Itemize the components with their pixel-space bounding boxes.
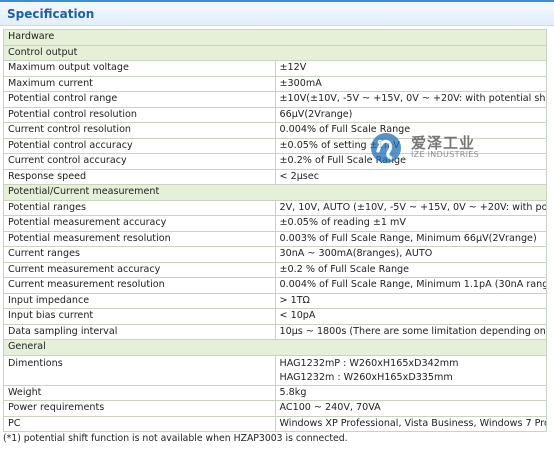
- spec-row: Power requirements AC100 ~ 240V, 70VA: [3, 400, 547, 417]
- section-header-row: Control output: [3, 44, 547, 61]
- spec-row: Input bias current < 10pA: [3, 308, 547, 325]
- spec-row: Current measurement resolution 0.004% of …: [3, 277, 547, 294]
- section-header-row: Potential/Current measurement: [3, 184, 547, 201]
- spec-label: Potential measurement resolution: [3, 230, 276, 247]
- spec-label: Current measurement accuracy: [3, 261, 276, 278]
- spec-label: Input bias current: [3, 308, 276, 325]
- section-title: General: [3, 339, 547, 356]
- spec-value: 30nA ~ 300mA(8ranges), AUTO: [274, 246, 547, 263]
- spec-row: Potential control resolution 66μV(2Vrange…: [3, 106, 547, 123]
- section-title: Potential/Current measurement: [3, 184, 547, 201]
- spec-table: Hardware Control output Maximum output vol…: [3, 29, 547, 432]
- spec-value-line: HAG1232m : W260xH165xD335mm: [279, 371, 453, 383]
- watermark-text-en: IZE INDUSTRIES: [411, 150, 480, 159]
- spec-label: Weight: [3, 384, 276, 401]
- spec-row: Potential measurement resolution 0.003% o…: [3, 230, 547, 247]
- izetech-logo-icon: [371, 133, 401, 163]
- spec-label: Potential ranges: [3, 199, 276, 216]
- spec-value: HAG1232mP : W260xH165xD342mm HAG1232m : W…: [274, 354, 547, 386]
- spec-label: Input impedance: [3, 292, 276, 309]
- spec-label: Maximum output voltage: [3, 60, 276, 77]
- spec-value: ±300mA: [274, 75, 547, 92]
- spec-value: 0.003% of Full Scale Range, Minimum 66μV…: [274, 230, 547, 247]
- spec-row: Potential measurement accuracy ±0.05% of …: [3, 215, 547, 232]
- spec-label: Power requirements: [3, 400, 276, 417]
- spec-value: 0.004% of Full Scale Range, Minimum 1.1p…: [274, 277, 547, 294]
- spec-value: ±0.05% of reading ±1 mV: [274, 215, 547, 232]
- spec-label: Data sampling interval: [3, 323, 276, 340]
- spec-row: PC Windows XP Professional, Vista Busines…: [3, 415, 547, 432]
- section-title: Hardware: [3, 29, 547, 46]
- spec-row: Dimentions HAG1232mP : W260xH165xD342mm HA…: [3, 354, 547, 386]
- spec-row: Response speed < 2μsec: [3, 168, 547, 185]
- spec-label: Potential control range: [3, 91, 276, 108]
- spec-label: Current measurement resolution: [3, 277, 276, 294]
- spec-label: Response speed: [3, 168, 276, 185]
- spec-label: Current ranges: [3, 246, 276, 263]
- spec-row: Potential ranges 2V, 10V, AUTO (±10V, -5V…: [3, 199, 547, 216]
- spec-value: AC100 ~ 240V, 70VA: [274, 400, 547, 417]
- spec-label: Potential control resolution: [3, 106, 276, 123]
- section-title: Control output: [3, 44, 547, 61]
- spec-row: Current measurement accuracy ±0.2 % of Fu…: [3, 261, 547, 278]
- spec-row: Data sampling interval 10μs ~ 1800s (Ther…: [3, 323, 547, 340]
- spec-label: Current control accuracy: [3, 153, 276, 170]
- spec-header: Specification: [0, 0, 554, 26]
- section-header-row: Hardware: [3, 29, 547, 46]
- spec-value: 10μs ~ 1800s (There are some limitation …: [274, 323, 547, 340]
- spec-value-line: HAG1232mP : W260xH165xD342mm: [279, 357, 459, 369]
- spec-value: 5.8kg: [274, 384, 547, 401]
- spec-value: 66μV(2Vrange): [274, 106, 547, 123]
- spec-value: 2V, 10V, AUTO (±10V, -5V ~ +15V, 0V ~ +2…: [274, 199, 547, 216]
- spec-value: < 2μsec: [274, 168, 547, 185]
- spec-value: ±12V: [274, 60, 547, 77]
- spec-row: Maximum current ±300mA: [3, 75, 547, 92]
- spec-row: Input impedance > 1TΩ: [3, 292, 547, 309]
- watermark: 爱泽工业 IZE INDUSTRIES: [369, 131, 499, 165]
- spec-label: Potential measurement accuracy: [3, 215, 276, 232]
- page-title: Specification: [7, 7, 95, 21]
- section-header-row: General: [3, 339, 547, 356]
- spec-label: Potential control accuracy: [3, 137, 276, 154]
- spec-value: < 10pA: [274, 308, 547, 325]
- spec-row: Maximum output voltage ±12V: [3, 60, 547, 77]
- spec-label: Dimentions: [3, 354, 276, 386]
- spec-label: Maximum current: [3, 75, 276, 92]
- spec-value: ±10V(±10V, -5V ~ +15V, 0V ~ +20V: with p…: [274, 91, 547, 108]
- spec-label: PC: [3, 415, 276, 432]
- spec-value: > 1TΩ: [274, 292, 547, 309]
- spec-label: Current control resolution: [3, 122, 276, 139]
- spec-value: Windows XP Professional, Vista Business,…: [274, 415, 547, 432]
- spec-row: Current ranges 30nA ~ 300mA(8ranges), AUT…: [3, 246, 547, 263]
- footnote: (*1) potential shift function is not ava…: [3, 433, 348, 444]
- spec-row: Weight 5.8kg: [3, 384, 547, 401]
- spec-value: ±0.2 % of Full Scale Range: [274, 261, 547, 278]
- spec-row: Potential control range ±10V(±10V, -5V ~ …: [3, 91, 547, 108]
